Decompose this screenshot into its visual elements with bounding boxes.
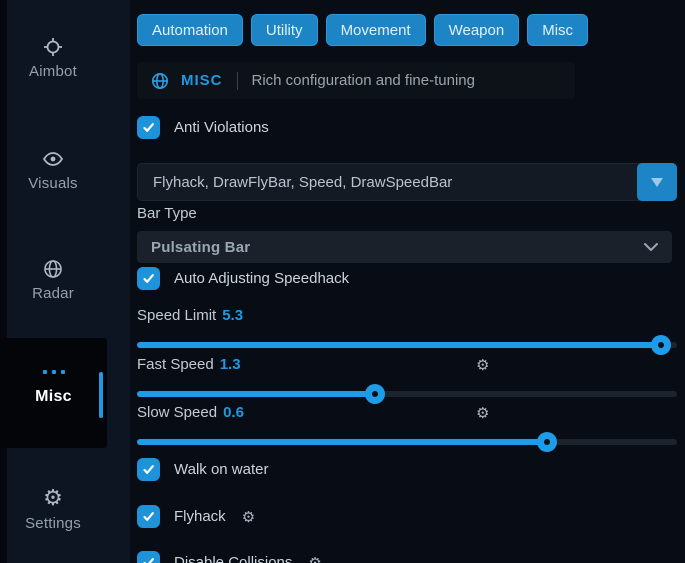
feature-multiselect: Flyhack, DrawFlyBar, Speed, DrawSpeedBar	[137, 163, 677, 201]
anti-violations-row: Anti Violations	[137, 116, 269, 139]
sidebar-item-settings[interactable]: ⚙ Settings	[0, 488, 106, 532]
eye-icon	[0, 148, 106, 170]
slider-thumb[interactable]	[537, 432, 557, 452]
sidebar-item-visuals[interactable]: Visuals	[0, 148, 106, 192]
slider-thumb[interactable]	[365, 384, 385, 404]
fast-speed-slider[interactable]	[137, 391, 677, 397]
check-icon	[142, 121, 155, 134]
speed-limit-slider[interactable]	[137, 342, 677, 348]
flyhack-row: Flyhack ⚙	[137, 505, 255, 528]
gear-icon[interactable]: ⚙	[476, 356, 489, 374]
auto-adjusting-speedhack-checkbox[interactable]	[137, 267, 160, 290]
tab-automation[interactable]: Automation	[137, 14, 243, 46]
sidebar-item-misc-selected[interactable]: Misc	[0, 338, 107, 448]
chevron-down-icon	[644, 243, 658, 251]
flyhack-checkbox[interactable]	[137, 505, 160, 528]
slider-label: Speed Limit	[137, 307, 216, 324]
walk-on-water-checkbox[interactable]	[137, 458, 160, 481]
category-tab-bar: Automation Utility Movement Weapon Misc	[137, 14, 588, 46]
anti-violations-checkbox[interactable]	[137, 116, 160, 139]
auto-adjusting-speedhack-row: Auto Adjusting Speedhack	[137, 267, 349, 290]
active-indicator-bar	[99, 372, 103, 418]
gear-icon[interactable]: ⚙	[242, 508, 255, 526]
sidebar-item-aimbot[interactable]: Aimbot	[0, 36, 106, 80]
feature-multiselect-dropdown-button[interactable]	[637, 163, 677, 201]
check-icon	[142, 510, 155, 523]
tab-utility[interactable]: Utility	[251, 14, 318, 46]
slider-thumb[interactable]	[651, 335, 671, 355]
speed-limit-slider-row: Speed Limit 5.3	[137, 307, 677, 361]
slider-value: 1.3	[220, 356, 241, 373]
section-title: MISC	[181, 72, 223, 89]
checkbox-label: Disable Collisions	[174, 554, 292, 563]
ellipsis-icon	[0, 370, 107, 374]
tab-misc[interactable]: Misc	[527, 14, 588, 46]
tab-weapon[interactable]: Weapon	[434, 14, 520, 46]
disable-collisions-checkbox[interactable]	[137, 551, 160, 563]
check-icon	[142, 272, 155, 285]
gear-icon[interactable]: ⚙	[308, 554, 321, 563]
globe-icon	[151, 72, 169, 90]
gear-icon: ⚙	[0, 488, 106, 510]
globe-icon	[0, 258, 106, 280]
tab-movement[interactable]: Movement	[326, 14, 426, 46]
caret-down-icon	[651, 178, 663, 187]
slow-speed-slider-row: Slow Speed 0.6 ⚙	[137, 404, 677, 458]
disable-collisions-row: Disable Collisions ⚙	[137, 551, 322, 563]
sidebar-item-label: Visuals	[0, 175, 106, 192]
app-window: Aimbot Visuals Radar Mi	[0, 0, 685, 563]
crosshair-icon	[0, 36, 106, 58]
sidebar-item-label: Aimbot	[0, 63, 106, 80]
slider-label: Slow Speed	[137, 404, 217, 421]
sidebar-item-label: Misc	[0, 388, 107, 406]
check-icon	[142, 463, 155, 476]
sidebar-item-label: Settings	[0, 515, 106, 532]
section-subtitle: Rich configuration and fine-tuning	[252, 72, 475, 89]
checkbox-label: Walk on water	[174, 461, 268, 478]
slow-speed-slider[interactable]	[137, 439, 677, 445]
bar-type-label: Bar Type	[137, 205, 197, 222]
checkbox-label: Flyhack	[174, 508, 226, 525]
slider-label: Fast Speed	[137, 356, 214, 373]
header-divider	[237, 72, 238, 90]
sidebar: Aimbot Visuals Radar Mi	[0, 0, 130, 563]
sidebar-item-radar[interactable]: Radar	[0, 258, 106, 302]
feature-multiselect-value[interactable]: Flyhack, DrawFlyBar, Speed, DrawSpeedBar	[137, 163, 677, 201]
checkbox-label: Anti Violations	[174, 119, 269, 136]
gear-icon[interactable]: ⚙	[476, 404, 489, 422]
slider-value: 5.3	[222, 307, 243, 324]
check-icon	[142, 556, 155, 563]
bar-type-value: Pulsating Bar	[151, 239, 250, 256]
checkbox-label: Auto Adjusting Speedhack	[174, 270, 349, 287]
sidebar-item-label: Radar	[0, 285, 106, 302]
fast-speed-slider-row: Fast Speed 1.3 ⚙	[137, 356, 677, 410]
section-header: MISC Rich configuration and fine-tuning	[137, 62, 575, 99]
walk-on-water-row: Walk on water	[137, 458, 268, 481]
bar-type-select[interactable]: Pulsating Bar	[137, 231, 672, 263]
slider-value: 0.6	[223, 404, 244, 421]
